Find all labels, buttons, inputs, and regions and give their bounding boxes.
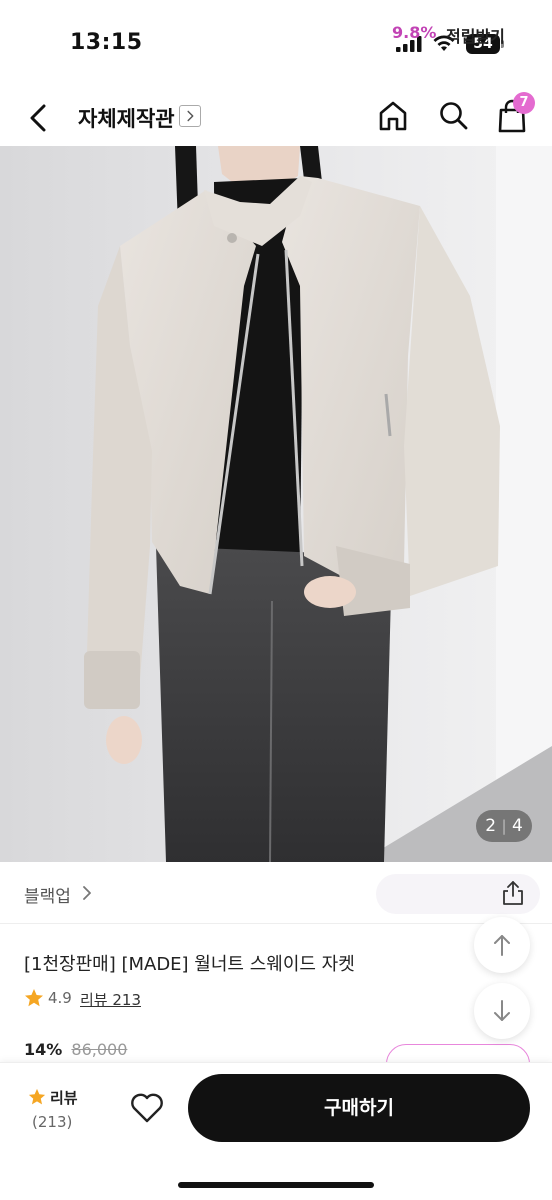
status-time: 13:15	[70, 30, 143, 55]
bottom-review-count[interactable]: (213)	[32, 1113, 72, 1131]
gallery-separator: |	[501, 817, 507, 835]
brand-row: 블랙업	[0, 862, 552, 924]
product-image[interactable]	[0, 146, 552, 862]
chevron-right-icon[interactable]	[80, 884, 94, 902]
original-price: 86,000	[71, 1040, 128, 1059]
star-icon	[28, 1088, 46, 1105]
share-icon[interactable]	[500, 879, 526, 907]
back-arrow-icon[interactable]	[22, 98, 58, 138]
gallery-current: 2	[485, 816, 497, 836]
brand-name[interactable]: 블랙업	[24, 882, 71, 907]
cart-count-badge: 7	[513, 92, 535, 114]
gallery-total: 4	[511, 816, 523, 836]
heart-icon[interactable]	[128, 1090, 166, 1126]
arrow-up-icon	[494, 935, 510, 956]
home-indicator	[178, 1182, 374, 1188]
home-icon[interactable]	[376, 98, 410, 134]
arrow-down-icon	[494, 1000, 510, 1021]
chevron-right-icon[interactable]	[179, 105, 201, 127]
scroll-up-button[interactable]	[474, 917, 530, 973]
discount-rate: 14%	[24, 1040, 63, 1059]
search-icon[interactable]	[436, 98, 470, 134]
product-photo	[0, 146, 552, 862]
points-label: 적립받기	[446, 27, 505, 46]
scroll-down-button[interactable]	[474, 983, 530, 1039]
rating-value: 4.9	[48, 989, 72, 1007]
bottom-review-label[interactable]: 리뷰	[50, 1087, 78, 1108]
buy-button[interactable]: 구매하기	[188, 1074, 530, 1142]
store-name[interactable]: 자체제작관	[78, 103, 175, 133]
gallery-page-indicator: 2 | 4	[476, 810, 532, 842]
review-link[interactable]: 리뷰 213	[80, 989, 141, 1010]
points-rate: 9.8%	[392, 23, 437, 42]
top-nav: 자체제작관	[0, 90, 552, 146]
star-icon	[25, 989, 43, 1007]
product-title: [1천장판매] [MADE] 월너트 스웨이드 자켓	[24, 954, 355, 975]
